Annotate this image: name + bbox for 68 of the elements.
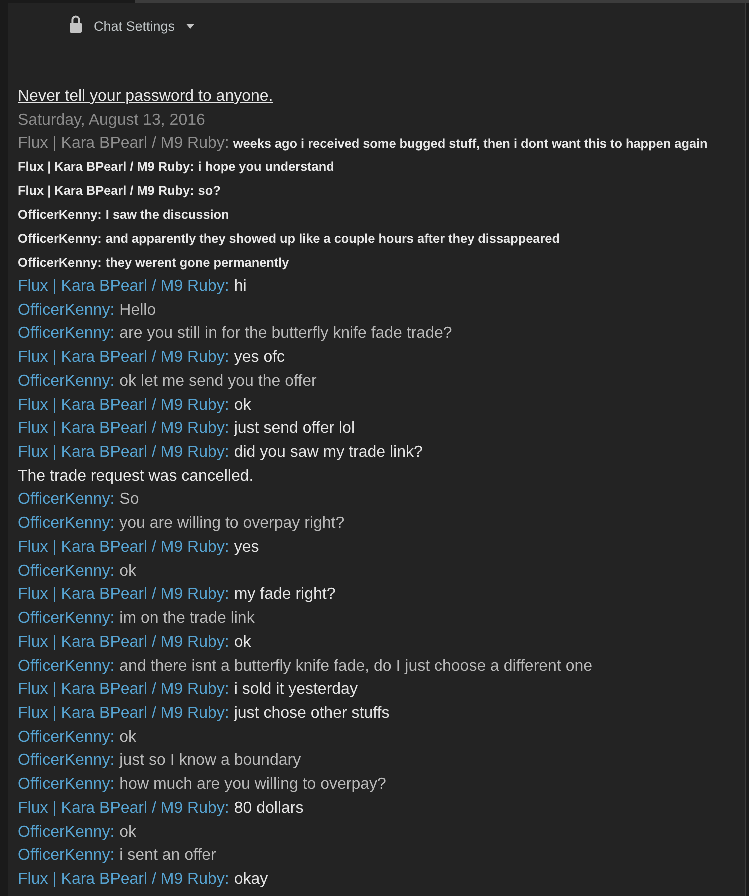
message-text: 80 dollars <box>234 798 304 819</box>
message-text: my fade right? <box>234 585 336 606</box>
sender-name: Flux | Kara BPearl / M9 Ruby: <box>18 134 230 154</box>
caret-icon <box>186 24 196 28</box>
sender-name: Flux | Kara BPearl / M9 Ruby: <box>18 183 194 200</box>
sender-name: OfficerKenny: <box>18 751 115 772</box>
sender-name: Flux | Kara BPearl / M9 Ruby: <box>18 704 230 724</box>
sender-name: Flux | Kara BPearl / M9 Ruby: <box>18 348 230 368</box>
message-text: just send offer lol <box>234 419 356 440</box>
message-text: ok <box>234 396 252 416</box>
lock-icon <box>70 15 82 33</box>
sender-name: Flux | Kara BPearl / M9 Ruby: <box>18 870 230 890</box>
message-text: i hope you understand <box>198 159 334 176</box>
sender-name: OfficerKenny: <box>18 231 102 248</box>
message-text: and apparently they showed up like a couple hours after they dissappeared <box>106 231 560 248</box>
sender-name: OfficerKenny: <box>18 255 102 272</box>
sender-name: OfficerKenny: <box>18 846 115 866</box>
sender-name: OfficerKenny: <box>18 728 115 748</box>
sender-name: OfficerKenny: <box>18 775 115 796</box>
date-label: Saturday, August 13, 2016 <box>18 111 206 131</box>
message-text: ok let me send you the offer <box>120 372 317 392</box>
sender-name: OfficerKenny: <box>18 490 115 510</box>
message-text: hi <box>234 277 247 297</box>
message-text: are you still in for the butterfly knife fade trade? <box>120 324 452 344</box>
message-text: you are willing to overpay right? <box>120 514 345 534</box>
message-text: ok <box>120 822 137 843</box>
message-text: just so I know a boundary <box>120 751 302 772</box>
message-text: ok <box>120 562 137 582</box>
message-text: how much are you willing to overpay? <box>120 775 386 796</box>
sender-name: OfficerKenny: <box>18 822 115 843</box>
message-text: ok <box>234 632 252 653</box>
sender-name: Flux | Kara BPearl / M9 Ruby: <box>18 159 194 176</box>
message-text: i sent an offer <box>120 846 216 866</box>
message-text: weeks ago i received some bugged stuff, then i dont want this to happen again <box>233 136 708 153</box>
message-text: so? <box>198 183 221 200</box>
sender-name: Flux | Kara BPearl / M9 Ruby: <box>18 632 230 653</box>
sender-name: Flux | Kara BPearl / M9 Ruby: <box>18 538 230 558</box>
message-text: ok <box>120 728 137 748</box>
sender-name: Flux | Kara BPearl / M9 Ruby: <box>18 585 230 606</box>
message-text: they werent gone permanently <box>106 255 290 272</box>
sender-name: OfficerKenny: <box>18 372 115 392</box>
sender-name: OfficerKenny: <box>18 324 115 344</box>
message-text: just chose other stuffs <box>234 704 390 724</box>
sender-name: OfficerKenny: <box>18 656 115 676</box>
message-text: yes ofc <box>234 348 286 368</box>
message-text: So <box>120 490 140 510</box>
message-text: im on the trade link <box>120 609 255 630</box>
message-text: i sold it yesterday <box>234 680 358 700</box>
message-text: okay <box>234 870 268 890</box>
sender-name: Flux | Kara BPearl / M9 Ruby: <box>18 277 230 297</box>
message-text: yes <box>234 538 260 558</box>
sender-name: Flux | Kara BPearl / M9 Ruby: <box>18 680 230 700</box>
sender-name: Flux | Kara BPearl / M9 Ruby: <box>18 798 230 819</box>
message-text: did you saw my trade link? <box>234 443 423 464</box>
sender-name: OfficerKenny: <box>18 207 102 224</box>
sender-name: Flux | Kara BPearl / M9 Ruby: <box>18 443 230 464</box>
password-warning-link[interactable]: Never tell your password to anyone. <box>18 88 274 106</box>
sender-name: OfficerKenny: <box>18 514 115 534</box>
message-text: I saw the discussion <box>106 207 230 224</box>
chat-settings-button[interactable]: Chat Settings <box>70 16 196 36</box>
message-text: Hello <box>120 300 156 321</box>
sender-name: Flux | Kara BPearl / M9 Ruby: <box>18 396 230 416</box>
message-text: and there isnt a butterfly knife fade, do I just choose a different one <box>120 656 593 676</box>
sender-name: Flux | Kara BPearl / M9 Ruby: <box>18 419 230 440</box>
sender-name: OfficerKenny: <box>18 562 115 582</box>
sender-name: OfficerKenny: <box>18 609 115 630</box>
system-notice: The trade request was cancelled. <box>18 466 254 487</box>
sender-name: OfficerKenny: <box>18 300 115 321</box>
